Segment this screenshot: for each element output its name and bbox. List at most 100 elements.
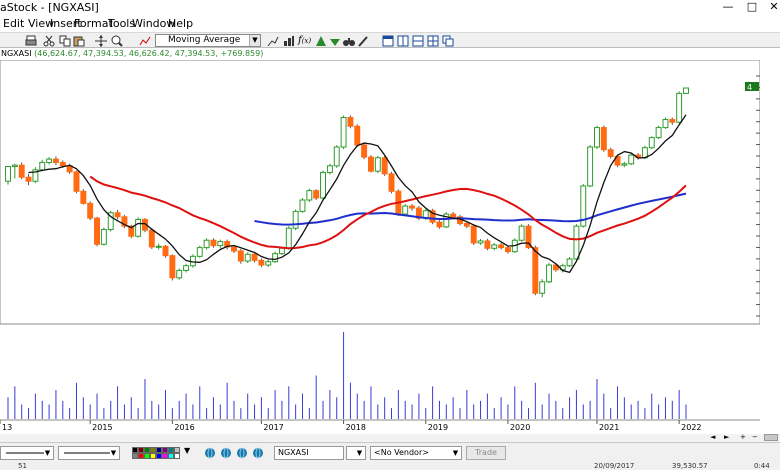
globe-forward-icon[interactable] (236, 447, 248, 462)
tile-horizontal-icon[interactable] (411, 34, 424, 47)
toolbar: Moving Average ▼ f (x) (0, 32, 780, 48)
trend-icon[interactable] (266, 34, 279, 47)
candle-body (183, 265, 190, 271)
cut-icon[interactable] (42, 34, 55, 47)
chart-symbol: NGXASI (1, 49, 32, 58)
candle-body (5, 165, 11, 182)
title-bar: aStock - [NGXASI] — □ ✕ (0, 0, 780, 16)
scroll-left-icon[interactable]: ◄ (710, 433, 715, 441)
vendor-select-value: <No Vendor> (374, 448, 429, 457)
line-width-select[interactable]: ▼ (58, 446, 120, 460)
candle-body (258, 259, 265, 266)
status-extra: 0:44 (754, 462, 770, 470)
paste-icon[interactable] (72, 34, 85, 47)
candle-body (402, 205, 409, 215)
indicator-select-value: Moving Average (168, 35, 241, 45)
indicator-select[interactable]: Moving Average ▼ (155, 34, 261, 47)
color-palette[interactable] (132, 447, 182, 459)
candle-body (100, 229, 107, 245)
tile-vertical-icon[interactable] (396, 34, 409, 47)
candle-body (52, 158, 59, 163)
x-axis-label: 2017 (263, 423, 283, 432)
menu-bar: Edit View Insert Format Tools Window Hel… (0, 16, 780, 32)
candle-body (148, 229, 155, 248)
binoculars-icon[interactable] (342, 34, 355, 47)
status-date: 20/09/2017 (594, 462, 635, 470)
candle-body (196, 247, 203, 257)
palette-dropdown-icon[interactable]: ▼ (184, 446, 190, 455)
indicator-wizard-icon[interactable] (282, 34, 295, 47)
candle-body (368, 156, 374, 172)
candle-body (73, 171, 80, 192)
download-icon[interactable] (328, 34, 341, 47)
candle-body (231, 246, 237, 252)
menu-help[interactable]: Help (168, 17, 193, 30)
candle-body (381, 157, 388, 175)
chevron-down-icon: ▼ (356, 449, 363, 457)
symbol-input[interactable]: NGXASI (274, 446, 344, 460)
x-axis-label: 2016 (174, 423, 194, 432)
price-chart[interactable]: 1320152016201720182019202020212022 44444… (0, 60, 760, 434)
candle-body (278, 247, 285, 255)
globe-icon[interactable] (204, 447, 216, 462)
candle-body (648, 137, 655, 149)
chevron-down-icon: ▼ (110, 449, 117, 457)
candle-body (251, 253, 258, 261)
pen-icon[interactable] (356, 34, 369, 47)
trade-button[interactable]: Trade (466, 446, 506, 460)
close-button[interactable]: ✕ (764, 0, 780, 14)
print-icon[interactable] (24, 34, 37, 47)
x-axis-label: 2022 (681, 423, 701, 432)
x-axis-label: 13 (2, 423, 12, 432)
chart-ohlc-values: (46,624.67, 47,394.53, 46,626.42, 47,394… (34, 49, 264, 58)
candle-body (594, 127, 600, 148)
candle-body (39, 161, 46, 171)
chart-scrollbar[interactable]: ◄ ► + − (0, 433, 780, 442)
maximize-button[interactable]: □ (742, 0, 762, 14)
candle-body (498, 244, 505, 249)
x-axis-label: 2021 (599, 423, 619, 432)
candle-body (388, 173, 395, 192)
minimize-button[interactable]: — (718, 0, 738, 14)
candle-body (354, 125, 361, 146)
vendor-select[interactable]: <No Vendor> ▼ (370, 446, 462, 460)
candle-body (320, 172, 326, 199)
candle-body (676, 92, 683, 123)
candle-body (162, 245, 169, 257)
candle-body (340, 117, 347, 148)
globe-refresh-icon[interactable] (252, 447, 264, 462)
scroll-thumb[interactable] (764, 434, 778, 441)
chevron-down-icon: ▼ (249, 35, 260, 46)
menu-edit[interactable]: Edit (3, 17, 24, 30)
menu-format[interactable]: Format (74, 17, 113, 30)
candle-body (313, 190, 320, 199)
candle-body (491, 244, 498, 249)
grid-icon[interactable] (426, 34, 439, 47)
symbol-dropdown[interactable]: ▼ (346, 446, 366, 460)
function-icon[interactable]: f (x) (298, 34, 311, 47)
window-icon[interactable] (381, 34, 394, 47)
candle-body (176, 269, 183, 279)
candle-body (450, 213, 457, 218)
chart-background (0, 60, 760, 434)
candle-body (683, 87, 689, 94)
zoom-icon[interactable] (110, 34, 123, 47)
scroll-right-icon[interactable]: ► (724, 433, 729, 441)
symbol-input-value: NGXASI (278, 448, 309, 457)
copy-icon[interactable] (58, 34, 71, 47)
candle-body (463, 222, 470, 227)
candle-body (573, 225, 580, 260)
palette-swatch[interactable] (174, 453, 180, 459)
candle-body (655, 127, 662, 139)
indicator-icon[interactable] (138, 34, 151, 47)
candle-body (347, 117, 354, 127)
candle-body (155, 245, 162, 248)
globe-back-icon[interactable] (220, 447, 232, 462)
cascade-icon[interactable] (441, 34, 454, 47)
add-icon[interactable] (314, 34, 327, 47)
zoom-in-icon[interactable]: + (740, 433, 746, 441)
move-icon[interactable] (94, 34, 107, 47)
zoom-out-icon[interactable]: − (752, 433, 758, 441)
line-style-select[interactable]: ▼ (0, 446, 54, 460)
status-left: 51 (18, 462, 27, 470)
